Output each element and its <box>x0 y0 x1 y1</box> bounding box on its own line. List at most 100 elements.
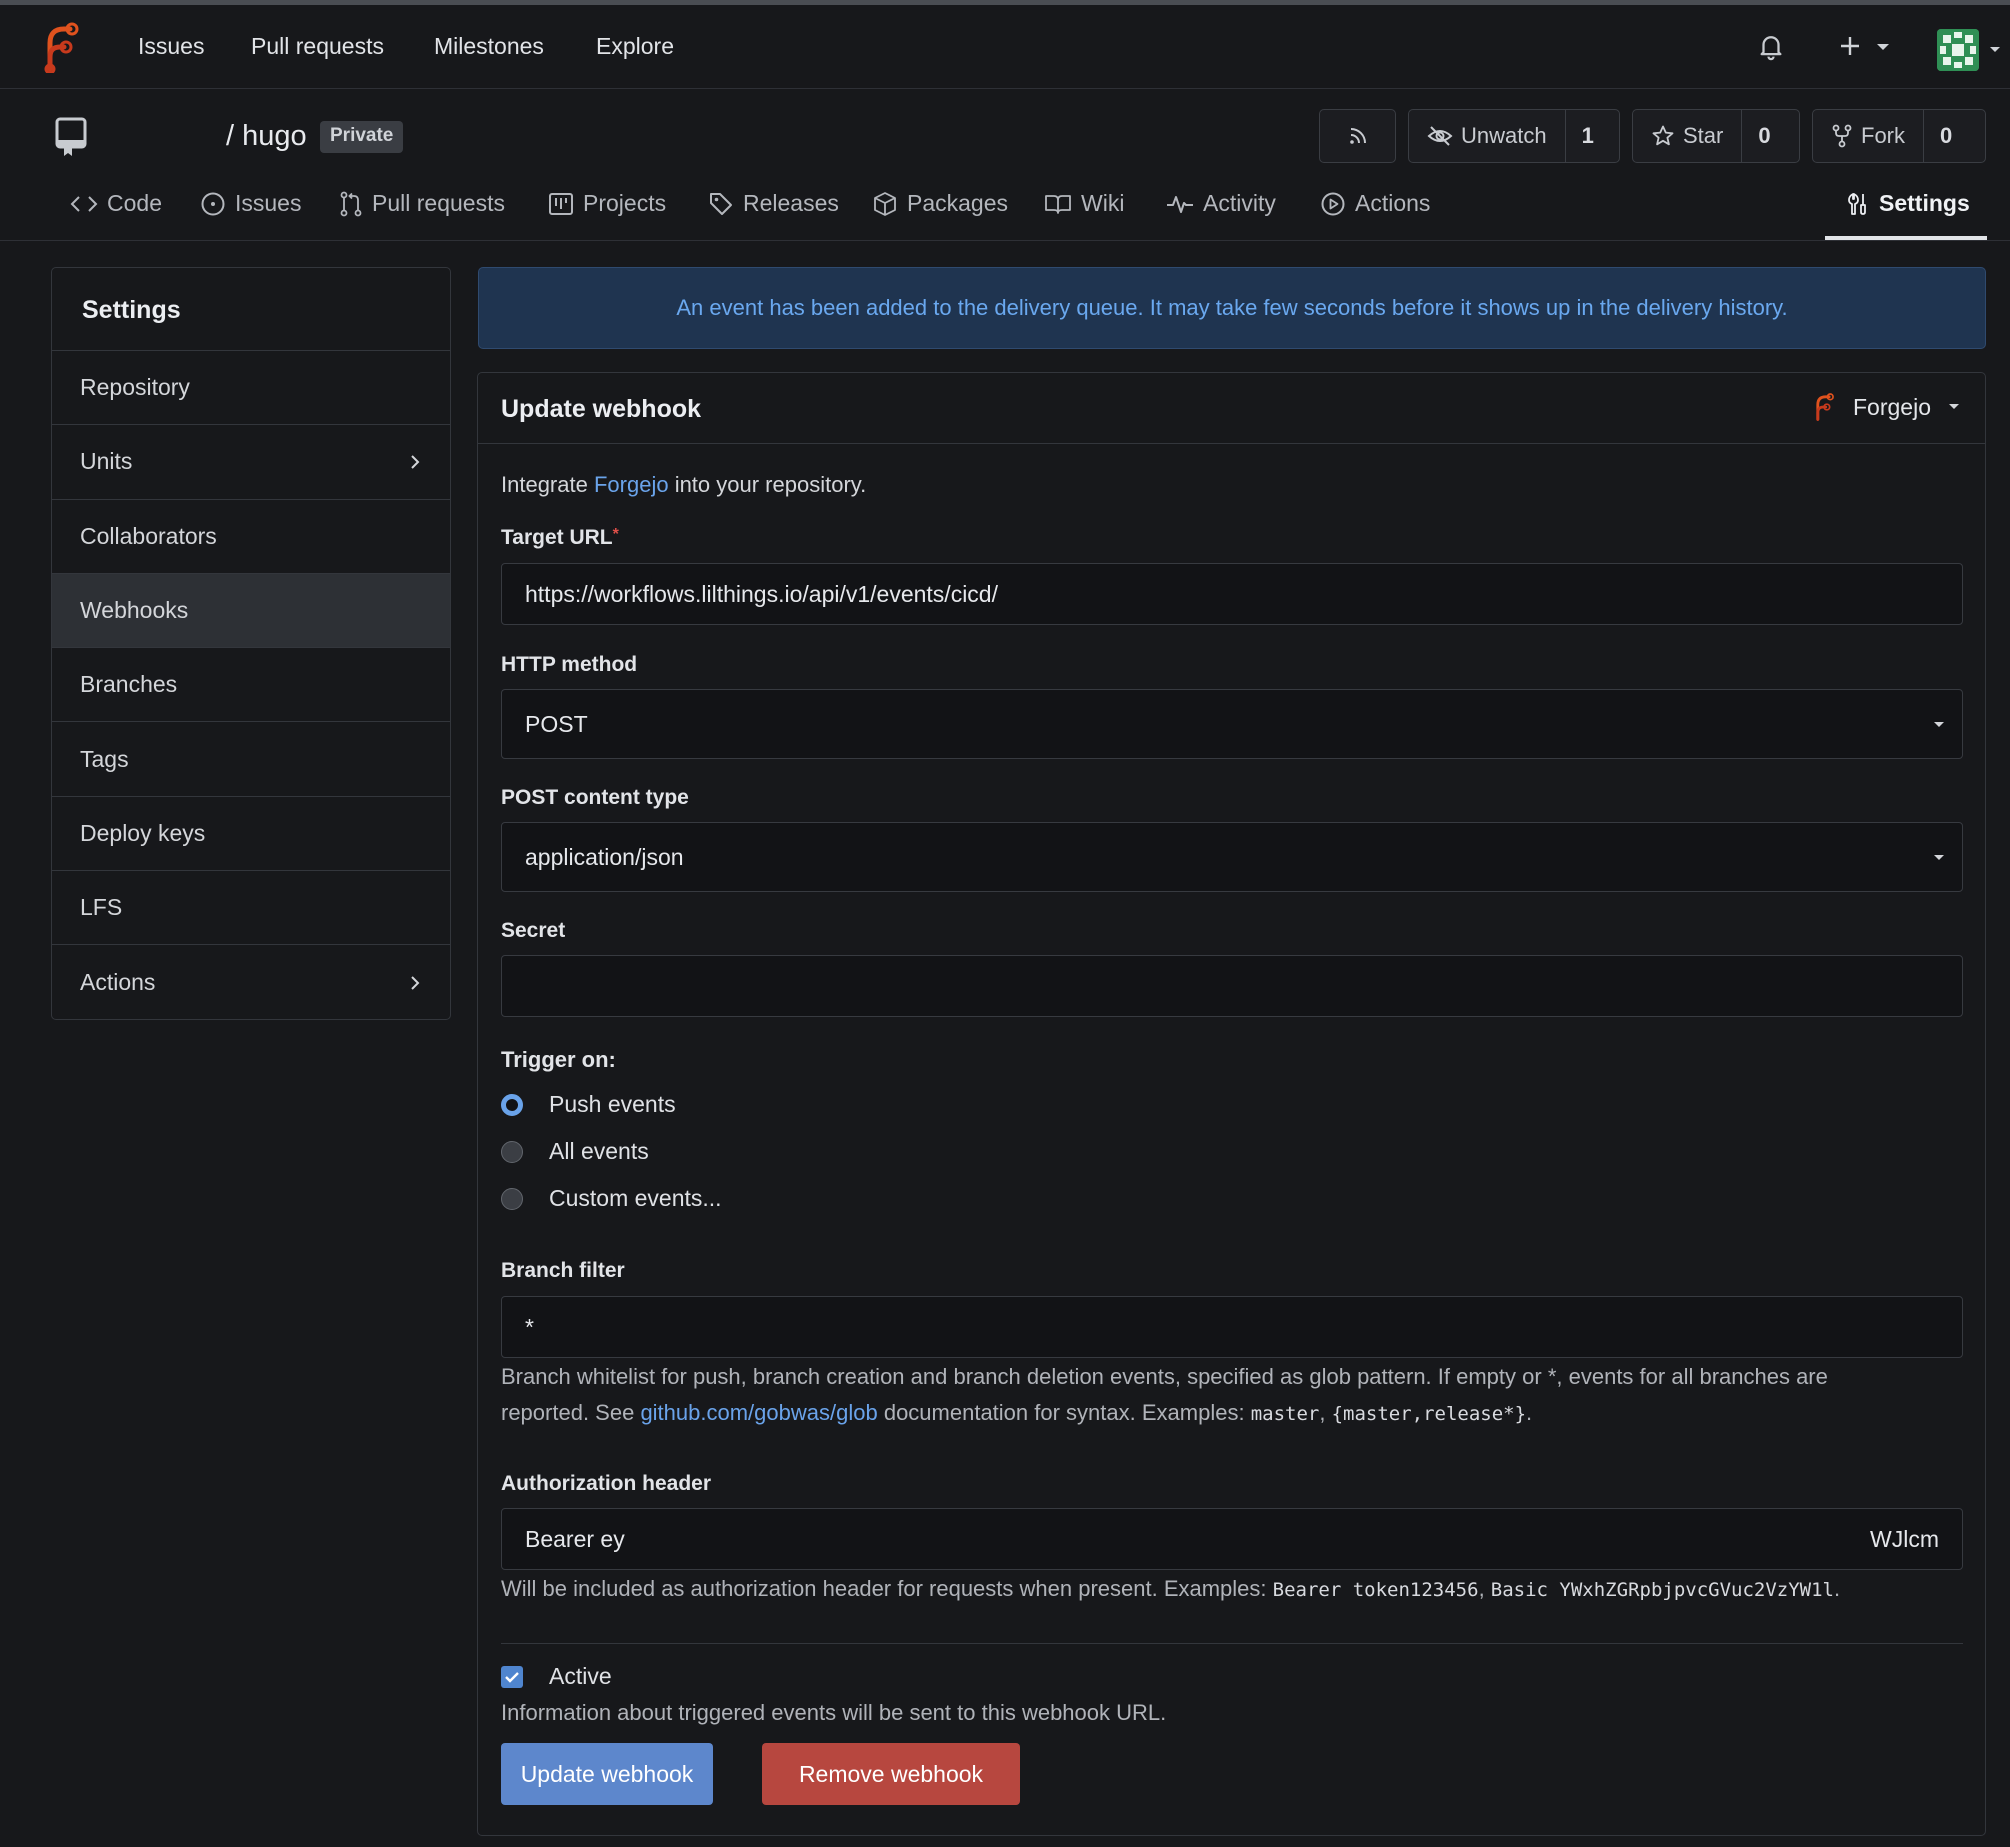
checkmark-icon <box>505 1671 519 1683</box>
unwatch-button[interactable]: Unwatch <box>1409 110 1565 162</box>
authorization-header-input[interactable]: Bearer ey WJlcm <box>501 1508 1963 1570</box>
sidebar-item-label: Actions <box>80 969 156 996</box>
tab-activity[interactable]: Activity <box>1166 190 1276 217</box>
radio-all-events[interactable] <box>501 1140 523 1163</box>
forgejo-link[interactable]: Forgejo <box>594 472 669 497</box>
trigger-on-label: Trigger on: <box>501 1047 616 1072</box>
sidebar-item-actions[interactable]: Actions <box>52 945 450 1019</box>
tab-wiki[interactable]: Wiki <box>1044 190 1124 217</box>
tab-packages[interactable]: Packages <box>872 190 1008 217</box>
nav-explore[interactable]: Explore <box>596 33 674 60</box>
secret-label: Secret <box>501 919 566 942</box>
tab-settings[interactable]: Settings <box>1846 190 1970 217</box>
tab-issues-label: Issues <box>235 190 302 216</box>
sidebar-item-collaborators[interactable]: Collaborators <box>52 500 450 574</box>
repository-icon <box>55 117 87 156</box>
sidebar-item-label: Repository <box>80 374 190 401</box>
sidebar-item-webhooks[interactable]: Webhooks <box>52 573 450 649</box>
radio-custom-events[interactable] <box>501 1187 523 1210</box>
notifications-bell-icon[interactable] <box>1756 31 1786 61</box>
trigger-custom-events[interactable]: Custom events... <box>501 1185 722 1212</box>
sidebar-item-label: LFS <box>80 894 123 921</box>
http-method-select[interactable]: POST <box>501 689 1963 759</box>
chevron-right-icon <box>411 975 420 990</box>
watchers-count[interactable]: 1 <box>1564 110 1610 162</box>
package-icon <box>874 191 896 216</box>
fork-button[interactable]: Fork <box>1813 110 1923 162</box>
branch-filter-input[interactable]: * <box>501 1296 1963 1358</box>
forks-count[interactable]: 0 <box>1923 110 1968 162</box>
form-divider <box>501 1643 1963 1644</box>
tab-code[interactable]: Code <box>70 190 162 217</box>
nav-issues[interactable]: Issues <box>138 33 204 60</box>
card-header: Update webhook Forgejo <box>478 373 1985 444</box>
forgejo-logo-icon[interactable] <box>38 21 84 73</box>
repo-tabs: Code Issues Pull requests Projects Relea… <box>0 178 2010 241</box>
chevron-right-icon <box>411 455 420 469</box>
sidebar-title: Settings <box>52 268 450 351</box>
webhook-form-card: Update webhook Forgejo Integrate Forgejo… <box>477 372 1986 1836</box>
active-label: Active <box>549 1663 612 1689</box>
trigger-all-events[interactable]: All events <box>501 1138 649 1165</box>
star-label: Star <box>1683 123 1724 148</box>
pulse-icon <box>1167 195 1193 213</box>
update-webhook-button[interactable]: Update webhook <box>501 1743 713 1805</box>
sidebar-item-label: Deploy keys <box>80 819 206 846</box>
nav-pull-requests[interactable]: Pull requests <box>251 33 384 60</box>
remove-webhook-button[interactable]: Remove webhook <box>762 1743 1020 1805</box>
rss-feed-button[interactable] <box>1319 109 1396 163</box>
webhook-type-dropdown[interactable]: Forgejo <box>1811 391 1961 423</box>
tab-code-label: Code <box>107 190 162 216</box>
tab-pull-requests[interactable]: Pull requests <box>339 190 505 217</box>
sidebar-item-lfs[interactable]: LFS <box>52 871 450 946</box>
sidebar-item-branches[interactable]: Branches <box>52 648 450 723</box>
active-checkbox[interactable] <box>501 1665 523 1688</box>
content-type-select[interactable]: application/json <box>501 822 1963 892</box>
webhook-type-label: Forgejo <box>1853 393 1931 420</box>
user-avatar[interactable] <box>1937 29 1979 71</box>
authorization-header-help: Will be included as authorization header… <box>501 1576 1841 1601</box>
avatar-chevron-down-icon[interactable] <box>1988 45 2002 55</box>
star-button[interactable]: Star <box>1633 110 1741 162</box>
radio-push-events[interactable] <box>501 1093 523 1116</box>
auth-help-text: Will be included as authorization header… <box>501 1576 1267 1601</box>
tab-settings-label: Settings <box>1879 190 1970 216</box>
tab-projects-label: Projects <box>583 190 667 216</box>
tab-projects[interactable]: Projects <box>548 190 666 217</box>
tab-packages-label: Packages <box>907 190 1009 216</box>
nav-milestones[interactable]: Milestones <box>434 33 544 60</box>
http-method-label: HTTP method <box>501 653 638 676</box>
http-method-value: POST <box>525 710 588 737</box>
sidebar-item-deploy-keys[interactable]: Deploy keys <box>52 797 450 872</box>
glob-docs-link[interactable]: github.com/gobwas/glob <box>640 1400 877 1425</box>
unwatch-button-group: Unwatch 1 <box>1408 109 1620 163</box>
sidebar-item-tags[interactable]: Tags <box>52 722 450 797</box>
rss-icon <box>1349 128 1366 144</box>
target-url-input[interactable]: https://workflows.lilthings.io/api/v1/ev… <box>501 563 1963 625</box>
star-button-group: Star 0 <box>1632 109 1800 163</box>
chevron-down-icon <box>1948 404 1959 409</box>
target-url-label-text: Target URL <box>501 526 613 549</box>
active-help: Information about triggered events will … <box>501 1700 1167 1725</box>
sidebar-item-repository[interactable]: Repository <box>52 351 450 426</box>
active-checkbox-row[interactable]: Active <box>501 1663 612 1690</box>
tab-actions[interactable]: Actions <box>1320 190 1430 217</box>
branch-help-text: reported. See <box>501 1400 635 1425</box>
project-board-icon <box>549 192 573 215</box>
tab-actions-label: Actions <box>1355 190 1431 216</box>
star-icon <box>1652 125 1674 146</box>
target-url-label: Target URL* <box>501 526 619 550</box>
sidebar-item-units[interactable]: Units <box>52 425 450 500</box>
auth-value-start: Bearer ey <box>525 1525 625 1552</box>
repo-name[interactable]: / hugo <box>226 120 307 153</box>
secret-input[interactable] <box>501 955 1963 1017</box>
tab-issues[interactable]: Issues <box>200 190 301 217</box>
chevron-down-icon <box>1934 855 1944 860</box>
tab-releases[interactable]: Releases <box>708 190 839 217</box>
create-new-plus-icon[interactable] <box>1835 31 1895 61</box>
stars-count[interactable]: 0 <box>1741 110 1786 162</box>
sidebar-item-label: Tags <box>80 745 129 772</box>
forgejo-logo-icon <box>1816 393 1834 421</box>
intro-text: Integrate Forgejo into your repository. <box>501 472 866 498</box>
trigger-push-events[interactable]: Push events <box>501 1091 676 1118</box>
